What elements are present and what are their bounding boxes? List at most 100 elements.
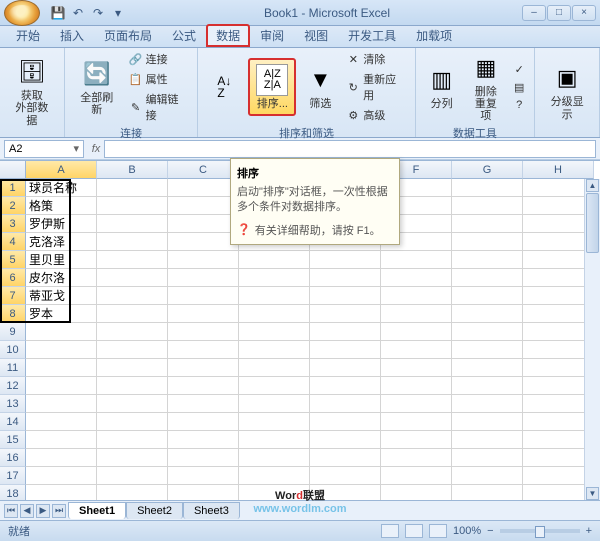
cell[interactable] (239, 341, 310, 359)
cell[interactable] (26, 323, 97, 341)
cell[interactable] (168, 233, 239, 251)
row-header[interactable]: 3 (0, 215, 26, 233)
cell[interactable] (381, 395, 452, 413)
cell[interactable] (452, 449, 523, 467)
cell[interactable] (381, 377, 452, 395)
tab-开发工具[interactable]: 开发工具 (338, 24, 406, 47)
cell[interactable] (26, 359, 97, 377)
cell[interactable] (381, 431, 452, 449)
cell[interactable] (168, 467, 239, 485)
row-header[interactable]: 4 (0, 233, 26, 251)
cell[interactable] (381, 359, 452, 377)
cell[interactable] (452, 413, 523, 431)
cell[interactable]: 蒂亚戈 (26, 287, 97, 305)
cell[interactable] (239, 467, 310, 485)
undo-icon[interactable]: ↶ (70, 5, 86, 21)
cell[interactable]: 里贝里 (26, 251, 97, 269)
tab-视图[interactable]: 视图 (294, 24, 338, 47)
office-button[interactable] (4, 0, 40, 26)
cell[interactable] (168, 359, 239, 377)
cell[interactable] (26, 341, 97, 359)
name-box[interactable]: A2▾ (4, 140, 84, 158)
cell[interactable] (168, 377, 239, 395)
cell[interactable] (452, 215, 523, 233)
cell[interactable] (381, 269, 452, 287)
cell[interactable] (452, 179, 523, 197)
scroll-down-icon[interactable]: ▼ (586, 487, 599, 500)
cell[interactable] (239, 359, 310, 377)
filter-button[interactable]: ▼ 筛选 (300, 62, 340, 112)
sheet-nav-first[interactable]: ⏮ (4, 504, 18, 518)
close-button[interactable]: × (572, 5, 596, 21)
zoom-level[interactable]: 100% (453, 525, 481, 537)
cell[interactable] (452, 377, 523, 395)
cell[interactable] (381, 341, 452, 359)
cell[interactable] (239, 305, 310, 323)
qat-dropdown-icon[interactable]: ▾ (110, 5, 126, 21)
cell[interactable] (168, 485, 239, 500)
cell[interactable] (452, 305, 523, 323)
cell[interactable] (310, 305, 381, 323)
cell[interactable] (168, 287, 239, 305)
cell[interactable] (26, 431, 97, 449)
cell[interactable] (452, 251, 523, 269)
whatif-button[interactable]: ? (510, 97, 528, 113)
row-header[interactable]: 6 (0, 269, 26, 287)
cell[interactable]: 罗伊斯 (26, 215, 97, 233)
fx-icon[interactable]: fx (88, 143, 104, 155)
sheet-tab[interactable]: Sheet2 (126, 502, 183, 519)
cell[interactable] (97, 431, 168, 449)
cell[interactable] (168, 395, 239, 413)
scroll-thumb[interactable] (586, 193, 599, 253)
cell[interactable] (26, 395, 97, 413)
cell[interactable] (26, 449, 97, 467)
sheet-tab[interactable]: Sheet3 (183, 502, 240, 519)
cell[interactable] (452, 233, 523, 251)
cell[interactable] (97, 449, 168, 467)
zoom-in-button[interactable]: + (586, 525, 592, 537)
cell[interactable]: 皮尔洛 (26, 269, 97, 287)
cell[interactable] (310, 413, 381, 431)
cell[interactable] (452, 269, 523, 287)
row-header[interactable]: 13 (0, 395, 26, 413)
connections-button[interactable]: 🔗连接 (127, 50, 192, 68)
cell[interactable] (168, 179, 239, 197)
cell[interactable] (381, 413, 452, 431)
cell[interactable] (381, 485, 452, 500)
cell[interactable] (452, 287, 523, 305)
cell[interactable] (168, 323, 239, 341)
sheet-nav-last[interactable]: ⏭ (52, 504, 66, 518)
cell[interactable] (381, 467, 452, 485)
cell[interactable] (239, 431, 310, 449)
cell[interactable] (97, 377, 168, 395)
row-header[interactable]: 16 (0, 449, 26, 467)
edit-links-button[interactable]: ✎编辑链接 (127, 90, 192, 124)
row-header[interactable]: 11 (0, 359, 26, 377)
tab-插入[interactable]: 插入 (50, 24, 94, 47)
get-external-data-button[interactable]: 🗄 获取外部数据 (6, 54, 58, 128)
cell[interactable] (97, 251, 168, 269)
cell[interactable] (452, 323, 523, 341)
save-icon[interactable]: 💾 (50, 5, 66, 21)
cell[interactable] (97, 413, 168, 431)
outline-button[interactable]: ▣ 分级显示 (541, 60, 593, 122)
cell[interactable] (168, 431, 239, 449)
reapply-button[interactable]: ↻重新应用 (344, 70, 408, 104)
page-break-view-button[interactable] (429, 524, 447, 538)
cell[interactable] (239, 449, 310, 467)
text-to-columns-button[interactable]: ▥ 分列 (422, 62, 462, 112)
normal-view-button[interactable] (381, 524, 399, 538)
row-header[interactable]: 14 (0, 413, 26, 431)
cell[interactable] (168, 269, 239, 287)
cell[interactable] (168, 413, 239, 431)
cell[interactable] (310, 449, 381, 467)
cell[interactable] (239, 485, 310, 500)
cell[interactable] (310, 287, 381, 305)
cell[interactable] (310, 269, 381, 287)
cell[interactable] (381, 251, 452, 269)
tab-公式[interactable]: 公式 (162, 24, 206, 47)
sheet-tab[interactable]: Sheet1 (68, 502, 126, 519)
redo-icon[interactable]: ↷ (90, 5, 106, 21)
cell[interactable] (310, 251, 381, 269)
zoom-out-button[interactable]: − (487, 525, 493, 537)
